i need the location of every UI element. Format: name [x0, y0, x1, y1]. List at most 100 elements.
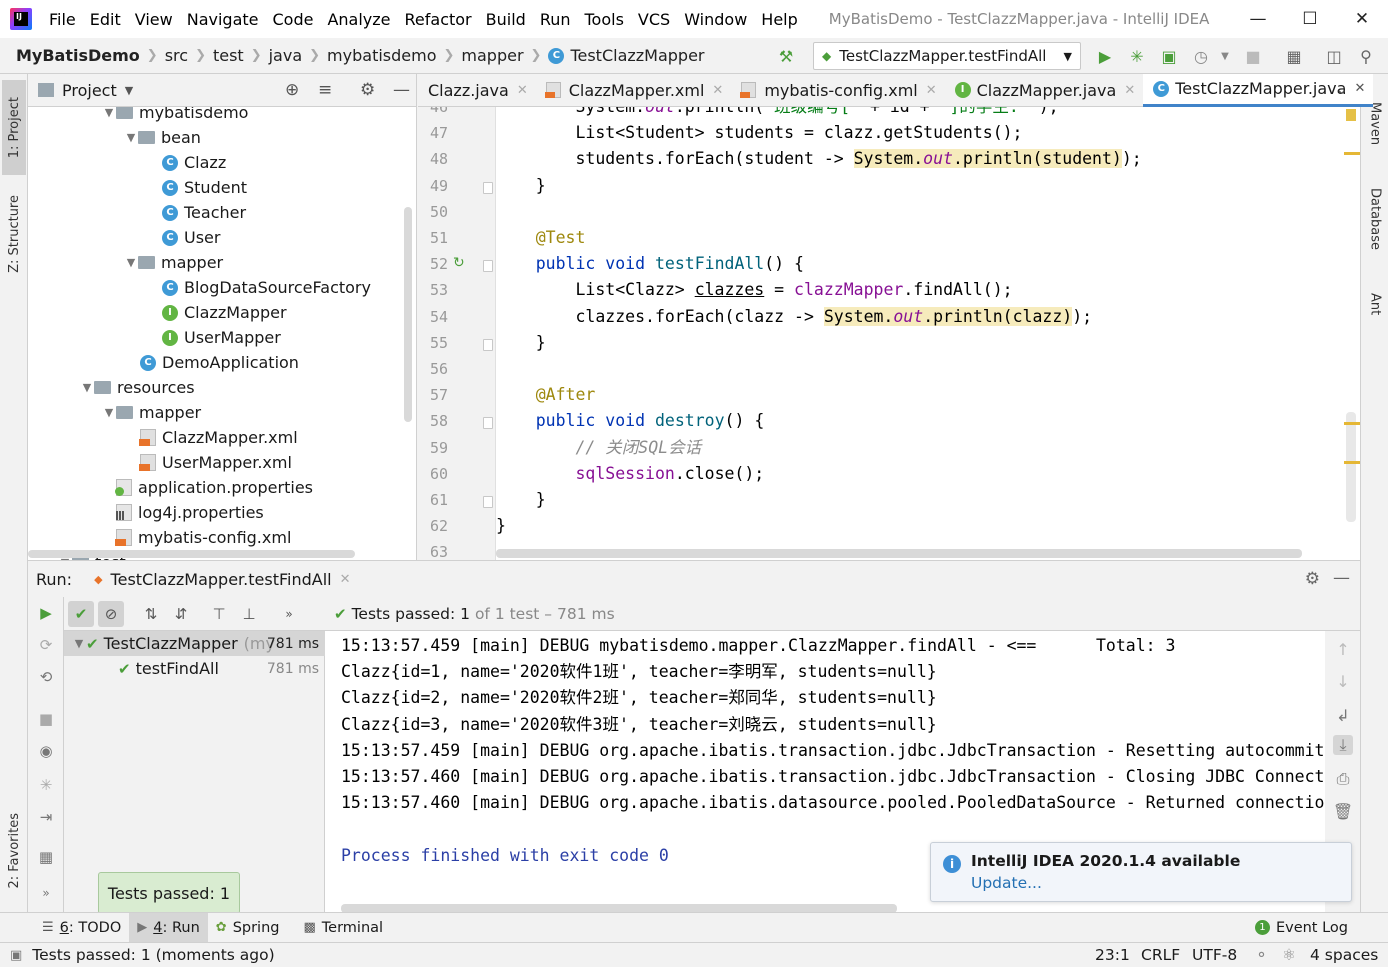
- tool-window-structure-tab[interactable]: Z: Structure: [2, 184, 26, 284]
- tree-node-prop-green[interactable]: application.properties: [102, 475, 313, 500]
- gear-icon[interactable]: ⚙: [1305, 569, 1320, 589]
- minimize-icon[interactable]: —: [1232, 0, 1284, 38]
- menu-analyze[interactable]: Analyze: [320, 10, 397, 29]
- fold-marker-icon[interactable]: [483, 181, 493, 194]
- spring-tab[interactable]: ✿ Spring: [208, 913, 288, 943]
- tree-node-interface[interactable]: I UserMapper: [148, 325, 281, 350]
- menu-help[interactable]: Help: [754, 10, 804, 29]
- debug-icon[interactable]: ✳: [36, 775, 56, 795]
- run-configuration-select[interactable]: ◆ TestClazzMapper.testFindAll ▼: [813, 42, 1081, 70]
- layout-icon[interactable]: ◫: [1324, 46, 1344, 66]
- close-icon[interactable]: ✕: [926, 83, 937, 98]
- run-tab[interactable]: ▶ 4: Run: [129, 912, 208, 943]
- expand-all-icon[interactable]: ⊤: [206, 601, 232, 627]
- menu-edit[interactable]: Edit: [83, 10, 128, 29]
- expand-arrow-icon[interactable]: ▼: [102, 107, 116, 119]
- file-encoding[interactable]: UTF-8: [1192, 946, 1237, 964]
- menu-refactor[interactable]: Refactor: [398, 10, 479, 29]
- coverage-icon[interactable]: ▣: [1159, 46, 1179, 66]
- expand-arrow-icon[interactable]: ▼: [72, 637, 86, 650]
- profile-icon[interactable]: ◷: [1191, 46, 1211, 66]
- editor-tab[interactable]: CClazz.java✕: [418, 74, 536, 107]
- run-test-gutter-icon[interactable]: ↻: [453, 255, 465, 271]
- tree-node-folder[interactable]: ▼ mybatisdemo: [102, 107, 248, 125]
- tree-node-folder[interactable]: ▼ bean: [124, 125, 201, 150]
- chevron-down-icon[interactable]: ▼: [125, 84, 133, 97]
- show-passed-icon[interactable]: ✔: [68, 600, 94, 627]
- test-class-row[interactable]: ▼ ✔ TestClazzMapper (my 781 ms: [64, 631, 325, 656]
- breadcrumb-item[interactable]: test: [213, 46, 244, 65]
- test-method-row[interactable]: ✔ testFindAll 781 ms: [64, 656, 325, 681]
- breadcrumb-item[interactable]: src: [165, 46, 188, 65]
- error-stripe-marker[interactable]: [1344, 422, 1360, 425]
- tree-node-class[interactable]: C BlogDataSourceFactory: [148, 275, 371, 300]
- run-tab[interactable]: ◆ TestClazzMapper.testFindAll ✕: [94, 570, 350, 589]
- sort-alphabetically-icon[interactable]: ⇅: [138, 601, 164, 627]
- profile-dropdown-icon[interactable]: ▼: [1215, 46, 1235, 66]
- editor-tab[interactable]: I ClazzMapper.java ✕: [945, 74, 1144, 107]
- breadcrumb-item[interactable]: java: [269, 46, 303, 65]
- menu-file[interactable]: File: [42, 10, 83, 29]
- breadcrumb-item[interactable]: mapper: [461, 46, 523, 65]
- close-icon[interactable]: ✕: [1354, 81, 1365, 96]
- tool-window-favorites-tab[interactable]: 2: Favorites: [2, 796, 26, 906]
- arrow-down-icon[interactable]: ↓: [1333, 671, 1353, 691]
- arrow-up-icon[interactable]: ↑: [1333, 639, 1353, 659]
- panel-toggle-icon[interactable]: ▣: [10, 948, 22, 963]
- editor-vertical-scrollbar[interactable]: [1346, 412, 1356, 522]
- expand-arrow-icon[interactable]: ▼: [124, 256, 138, 269]
- tool-window-project-tab[interactable]: 1: Project: [2, 80, 26, 175]
- stop-icon[interactable]: ■: [36, 709, 56, 729]
- fold-marker-icon[interactable]: [483, 260, 493, 273]
- close-icon[interactable]: ✕: [340, 572, 351, 587]
- menu-build[interactable]: Build: [479, 10, 533, 29]
- menu-window[interactable]: Window: [677, 10, 754, 29]
- tree-node-class[interactable]: C Clazz: [148, 150, 226, 175]
- menu-run[interactable]: Run: [533, 10, 578, 29]
- breadcrumb-item[interactable]: MyBatisDemo: [16, 46, 140, 65]
- tree-node-class[interactable]: C User: [148, 225, 220, 250]
- tree-node-xml[interactable]: mybatis-config.xml: [102, 525, 291, 550]
- git-icon[interactable]: ⚛: [1282, 946, 1296, 964]
- event-log-tab[interactable]: 1 Event Log: [1247, 913, 1356, 943]
- stop-icon[interactable]: ■: [1243, 46, 1263, 66]
- close-icon[interactable]: ✕: [1124, 83, 1135, 98]
- run-icon[interactable]: ▶: [1095, 46, 1115, 66]
- tree-node-class[interactable]: C DemoApplication: [126, 350, 299, 375]
- tree-node-folder[interactable]: ▼ mapper: [102, 400, 201, 425]
- tree-node-prop-bars[interactable]: log4j.properties: [102, 500, 264, 525]
- expand-arrow-icon[interactable]: ▼: [102, 406, 116, 419]
- todo-tab[interactable]: ☰ 6: TODO: [34, 913, 129, 943]
- collapse-all-icon[interactable]: ⊥: [236, 601, 262, 627]
- fold-marker-icon[interactable]: [483, 496, 493, 508]
- tree-node-class[interactable]: C Student: [148, 175, 247, 200]
- editor-horizontal-scrollbar[interactable]: [496, 549, 1302, 558]
- update-link[interactable]: Update...: [971, 874, 1042, 892]
- terminal-tab[interactable]: ▩ Terminal: [295, 913, 391, 943]
- indent-setting[interactable]: 4 spaces: [1310, 946, 1378, 964]
- breadcrumb-item[interactable]: C TestClazzMapper: [548, 46, 705, 65]
- gear-icon[interactable]: ⚙: [360, 80, 375, 100]
- more-icon[interactable]: »: [276, 601, 302, 627]
- sort-by-duration-icon[interactable]: ⇵: [168, 601, 194, 627]
- show-ignored-icon[interactable]: ⊘: [98, 600, 124, 627]
- fold-marker-icon[interactable]: [483, 338, 493, 351]
- print-icon[interactable]: ⎙: [1333, 769, 1353, 789]
- project-structure-icon[interactable]: ▦: [1284, 46, 1304, 66]
- menu-tools[interactable]: Tools: [578, 10, 631, 29]
- chevron-down-icon[interactable]: ⌄: [1335, 80, 1348, 98]
- menu-navigate[interactable]: Navigate: [180, 10, 266, 29]
- tree-node-xml[interactable]: UserMapper.xml: [126, 450, 292, 475]
- collapse-all-icon[interactable]: ≡: [318, 80, 332, 100]
- tree-node-folder[interactable]: ▼ mapper: [124, 250, 223, 275]
- expand-arrow-icon[interactable]: ▼: [80, 381, 94, 394]
- fold-marker-icon[interactable]: [483, 417, 493, 430]
- scroll-to-end-icon[interactable]: ⤓: [1333, 735, 1353, 755]
- menu-vcs[interactable]: VCS: [631, 10, 677, 29]
- code-editor[interactable]: 46 47 48 49 50 51 52 ↻ 53 54 55 56 57 58 59 60 61 62 63 Sy…: [418, 107, 1360, 560]
- hide-panel-icon[interactable]: —: [393, 80, 410, 100]
- soft-wrap-icon[interactable]: ↲: [1333, 705, 1353, 725]
- hide-panel-icon[interactable]: —: [1333, 568, 1350, 588]
- expand-arrow-icon[interactable]: ▼: [124, 131, 138, 144]
- editor-tab[interactable]: mybatis-config.xml ✕: [731, 74, 944, 107]
